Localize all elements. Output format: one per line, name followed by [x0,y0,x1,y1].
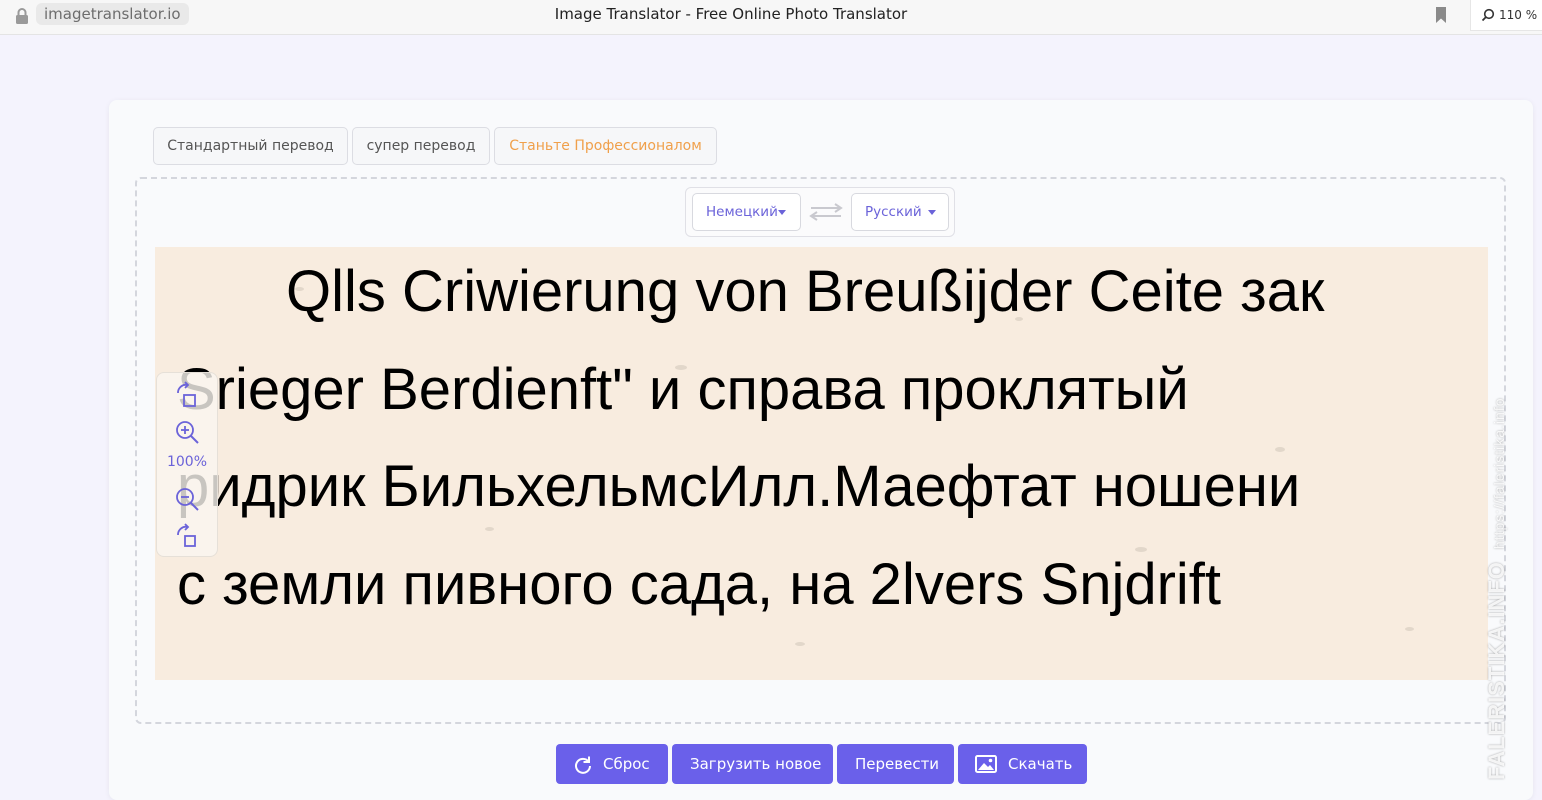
target-language-label: Русский [865,204,922,220]
chevron-down-icon [928,210,936,215]
target-language-select[interactable]: Русский [851,193,949,231]
reset-button-label: Сброс [603,755,650,773]
download-button-label: Скачать [1008,755,1073,773]
magnifier-icon [1481,8,1495,22]
rotate-left-icon[interactable] [174,381,200,409]
image-zoom-controls: 100% [156,372,218,557]
translate-button[interactable]: Перевести [837,744,954,784]
tab-standard-translation[interactable]: Стандартный перевод [153,127,348,165]
image-text-line: ридрик БильхельмсИлл.Маефтат ношени [177,454,1301,519]
language-selector-group: Немецкий Русский [685,187,955,237]
page-title: Image Translator - Free Online Photo Tra… [554,5,908,23]
bookmark-icon[interactable] [1434,6,1448,24]
swap-languages-icon[interactable] [809,203,843,221]
upload-new-label: Загрузить новое [690,755,822,773]
upload-new-button[interactable]: Загрузить новое [672,744,833,784]
reset-button[interactable]: Сброс [556,744,668,784]
translator-card: Стандартный перевод супер перевод Станьт… [109,100,1533,800]
image-text-line: Srieger Berdienft" и справа проклятый [177,357,1189,422]
translate-button-label: Перевести [855,755,940,773]
tab-super-translation[interactable]: супер перевод [352,127,490,165]
download-button[interactable]: Скачать [958,744,1087,784]
image-text-line: Qlls Criwierung von Breußijder Ceite зак [286,259,1325,324]
image-icon [975,755,997,773]
zoom-indicator[interactable]: 110 % [1470,0,1542,31]
tab-go-pro[interactable]: Станьте Профессионалом [494,127,717,165]
watermark: FALERISTIKA.INFO https://faleristika.info [1484,397,1510,780]
source-language-label: Немецкий [706,204,778,220]
zoom-out-icon[interactable] [174,486,200,512]
rotate-right-icon[interactable] [174,521,200,549]
source-language-select[interactable]: Немецкий [692,193,801,231]
zoom-percentage: 100% [166,454,208,470]
browser-toolbar: imagetranslator.io Image Translator - Fr… [0,0,1542,35]
zoom-level: 110 % [1499,8,1538,22]
zoom-in-icon[interactable] [174,419,200,445]
image-text-line: с земли пивного сада, на 2lvers Snjdrift [177,552,1222,617]
translated-image: Qlls Criwierung von Breußijder Ceite зак… [155,247,1488,680]
refresh-icon [575,756,591,774]
watermark-brand: FALERISTIKA.INFO [1484,561,1509,780]
watermark-url: https://faleristika.info [1491,397,1507,550]
chevron-down-icon [778,210,786,215]
